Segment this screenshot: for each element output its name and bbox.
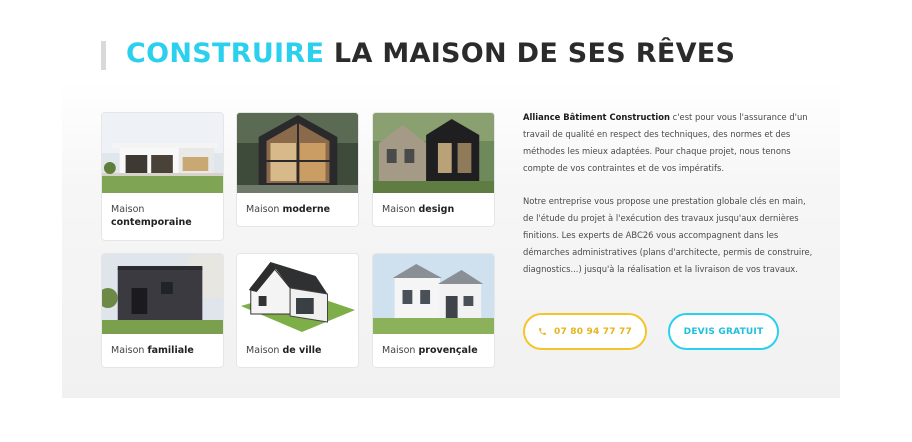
card-label: Maison de ville: [246, 345, 322, 356]
free-quote-button-label: DEVIS GRATUIT: [683, 326, 764, 337]
card-maison-contemporaine[interactable]: Maison contemporaine: [101, 112, 224, 241]
card-maison-familiale[interactable]: Maison familiale: [101, 253, 224, 368]
card-label: Maison provençale: [382, 345, 478, 356]
town-house-photo: [237, 254, 358, 334]
family-house-photo: [102, 254, 223, 334]
provencal-house-photo: [373, 254, 494, 334]
section-title: CONSTRUIRE LA MAISON DE SES RÊVES: [126, 38, 735, 69]
intro-paragraph-2: Notre entreprise vous propose une presta…: [523, 196, 813, 274]
section-title-accent: CONSTRUIRE: [126, 38, 325, 69]
modern-house-photo: [237, 113, 358, 193]
phone-button[interactable]: 07 80 94 77 77: [523, 313, 647, 350]
free-quote-button[interactable]: DEVIS GRATUIT: [668, 313, 779, 350]
card-maison-design[interactable]: Maison design: [372, 112, 495, 227]
intro-text: Alliance Bâtiment Construction c'est pou…: [523, 109, 818, 294]
phone-button-label: 07 80 94 77 77: [554, 326, 632, 337]
card-maison-moderne[interactable]: Maison moderne: [236, 112, 359, 227]
design-house-photo: [373, 113, 494, 193]
card-maison-provencale[interactable]: Maison provençale: [372, 253, 495, 368]
heading-accent-bar: [101, 41, 106, 70]
section-title-rest: LA MAISON DE SES RÊVES: [324, 38, 736, 69]
company-name: Alliance Bâtiment Construction: [523, 112, 670, 122]
intro-paragraph-1: Alliance Bâtiment Construction c'est pou…: [523, 112, 808, 173]
phone-icon: [539, 328, 546, 335]
contemporary-house-photo: [102, 113, 223, 193]
card-label: Maison moderne: [246, 204, 331, 215]
card-label: Maison contemporaine: [111, 204, 192, 228]
card-label: Maison design: [382, 204, 455, 215]
card-label: Maison familiale: [111, 345, 194, 356]
card-maison-de-ville[interactable]: Maison de ville: [236, 253, 359, 368]
